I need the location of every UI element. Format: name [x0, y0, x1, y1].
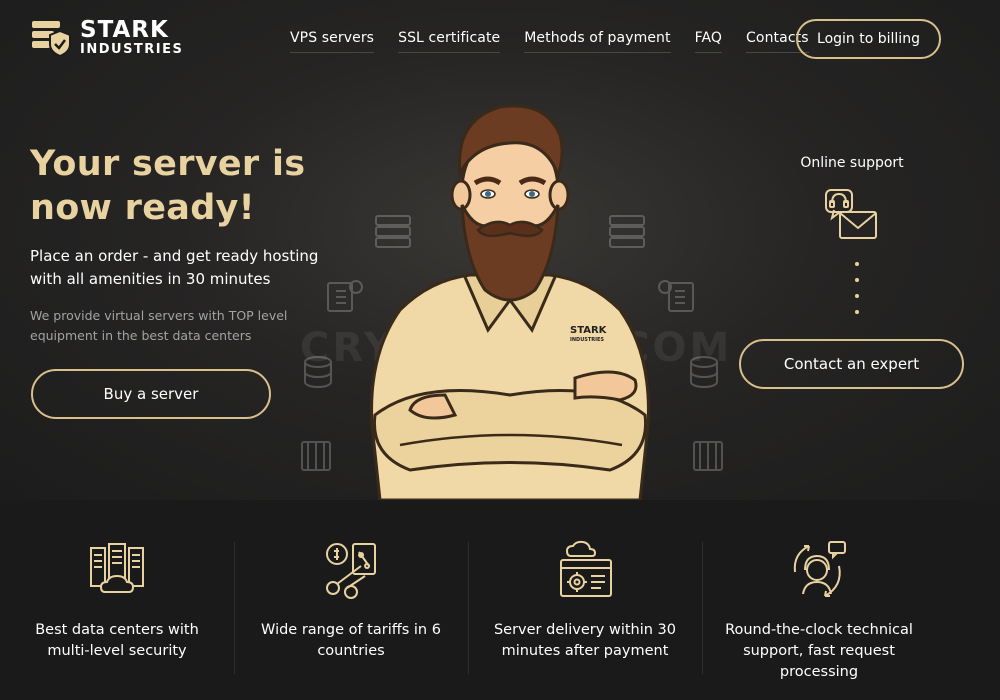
rack-deco-icon — [301, 441, 331, 471]
feature-data-centers: Best data centers with multi-level secur… — [0, 500, 234, 700]
hero-description: We provide virtual servers with TOP leve… — [30, 308, 288, 343]
feature-label: Round-the-clock technical support, fast … — [725, 622, 913, 680]
brand-logo[interactable]: STARK INDUSTRIES — [30, 16, 183, 58]
support-operator-icon — [793, 541, 846, 597]
feature-label: Wide range of tariffs in 6 countries — [261, 622, 441, 659]
bearded-man-illustration: STARK INDUSTRIES — [370, 104, 650, 500]
hero-section: CRYPTWARE.COM STARK INDUSTRIES — [0, 0, 1000, 500]
features-row: Best data centers with multi-level secur… — [0, 500, 1000, 700]
hero-subtitle: Place an order - and get ready hosting w… — [30, 247, 319, 288]
feature-label: Server delivery within 30 minutes after … — [493, 622, 677, 659]
online-support-title: Online support — [800, 155, 904, 171]
server-tools-deco-icon-2 — [658, 280, 694, 312]
brand-name: STARK — [80, 16, 169, 43]
login-to-billing-button[interactable]: Login to billing — [796, 19, 941, 59]
feature-tariffs: Wide range of tariffs in 6 countries — [234, 500, 468, 700]
tariff-scissors-icon — [326, 543, 376, 599]
server-shield-logo-icon — [32, 21, 71, 58]
shirt-logo-name: STARK — [570, 325, 608, 336]
server-delivery-gear-icon — [560, 540, 612, 597]
contact-expert-button[interactable]: Contact an expert — [739, 339, 964, 389]
nav-vps-servers[interactable]: VPS servers — [290, 30, 375, 53]
brand-subtitle: INDUSTRIES — [80, 41, 184, 57]
feature-label: Best data centers with multi-level secur… — [35, 622, 199, 659]
rack-deco-icon-2 — [693, 441, 723, 471]
hero-title: Your server is now ready! — [30, 144, 306, 228]
data-center-cloud-icon — [90, 543, 144, 593]
shirt-logo-sub: INDUSTRIES — [570, 337, 604, 343]
support-mail-icon — [825, 189, 877, 239]
nav-methods-of-payment[interactable]: Methods of payment — [524, 30, 671, 53]
nav-faq[interactable]: FAQ — [694, 30, 723, 53]
nav-ssl-certificate[interactable]: SSL certificate — [398, 30, 501, 53]
dotted-connector — [855, 262, 859, 314]
main-nav: VPS servers SSL certificate Methods of p… — [290, 30, 809, 53]
feature-delivery: Server delivery within 30 minutes after … — [468, 500, 702, 700]
buy-server-button[interactable]: Buy a server — [31, 369, 271, 419]
feature-support: Round-the-clock technical support, fast … — [702, 500, 936, 700]
